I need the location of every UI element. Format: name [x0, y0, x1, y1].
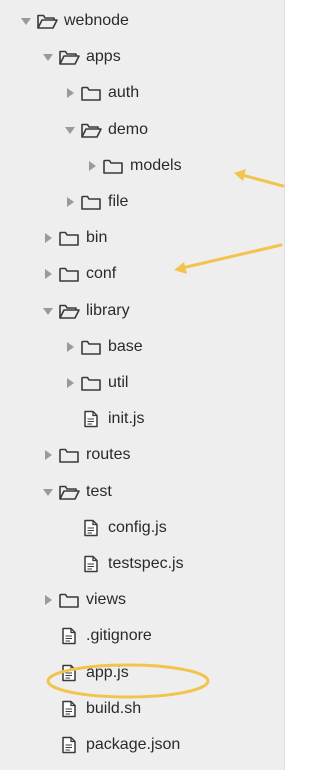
tree-item-label: auth [108, 84, 140, 102]
tree-item-label: library [86, 301, 130, 319]
tree-item-label: app.js [86, 663, 129, 681]
triangle-right-icon[interactable] [64, 377, 76, 389]
folder-icon [58, 229, 80, 247]
file-icon [80, 555, 102, 573]
tree-item-label: models [130, 156, 182, 174]
tree-item-label: routes [86, 446, 131, 464]
triangle-down-icon[interactable] [42, 51, 54, 63]
folder-icon [80, 193, 102, 211]
triangle-right-icon[interactable] [42, 232, 54, 244]
triangle-down-icon[interactable] [64, 124, 76, 136]
tree-file-package-json[interactable]: package.json [0, 730, 320, 760]
tree-file-init-js[interactable]: init.js [0, 404, 320, 434]
folder-open-icon [58, 48, 80, 66]
file-icon [58, 736, 80, 754]
folder-icon [102, 157, 124, 175]
folder-icon [80, 84, 102, 102]
triangle-right-icon[interactable] [42, 594, 54, 606]
tree-item-label: apps [86, 48, 121, 66]
tree-item-label: demo [108, 120, 149, 138]
tree-folder-views[interactable]: views [0, 585, 320, 615]
tree-file-build-sh[interactable]: build.sh [0, 694, 320, 724]
triangle-right-icon[interactable] [64, 196, 76, 208]
folder-open-icon [36, 12, 58, 30]
triangle-right-icon[interactable] [42, 449, 54, 461]
folder-icon [80, 338, 102, 356]
tree-item-label: util [108, 374, 129, 391]
file-icon [80, 519, 102, 537]
triangle-down-icon[interactable] [42, 305, 54, 317]
tree-item-label: base [108, 337, 143, 355]
tree-folder-webnode[interactable]: webnode [0, 6, 305, 36]
tree-item-label: .gitignore [86, 627, 152, 645]
tree-item-label: file [108, 193, 129, 210]
tree-item-label: views [86, 591, 127, 609]
triangle-right-icon[interactable] [64, 87, 76, 99]
tree-folder-models[interactable]: models [0, 151, 320, 181]
triangle-right-icon[interactable] [64, 341, 76, 353]
tree-folder-base[interactable]: base [0, 332, 320, 362]
tree-file-gitignore[interactable]: .gitignore [0, 621, 320, 651]
folder-open-icon [80, 121, 102, 139]
triangle-right-icon[interactable] [86, 160, 98, 172]
project-navigator-panel: webnode apps auth demo models file bin conf libr… [0, 0, 285, 770]
tree-item-label: test [86, 482, 112, 500]
triangle-right-icon[interactable] [42, 268, 54, 280]
folder-icon [58, 265, 80, 283]
tree-folder-demo[interactable]: demo [0, 115, 320, 145]
folder-open-icon [58, 302, 80, 320]
tree-file-app-js[interactable]: app.js [0, 658, 320, 688]
file-icon [80, 410, 102, 428]
tree-item-label: package.json [86, 736, 181, 753]
file-icon [58, 627, 80, 645]
tree-item-label: webnode [64, 12, 129, 29]
tree-item-label: config.js [108, 518, 167, 536]
tree-folder-test[interactable]: test [0, 477, 320, 507]
folder-icon [80, 374, 102, 392]
tree-file-config-js[interactable]: config.js [0, 513, 320, 543]
tree-folder-file[interactable]: file [0, 187, 320, 217]
folder-icon [58, 446, 80, 464]
triangle-down-icon[interactable] [42, 486, 54, 498]
tree-folder-library[interactable]: library [0, 296, 320, 326]
tree-folder-auth[interactable]: auth [0, 78, 320, 108]
tree-folder-util[interactable]: util [0, 368, 320, 398]
folder-icon [58, 591, 80, 609]
folder-open-icon [58, 483, 80, 501]
tree-folder-conf[interactable]: conf [0, 259, 320, 289]
tree-item-label: testspec.js [108, 555, 184, 572]
tree-folder-apps[interactable]: apps [0, 42, 320, 72]
file-icon [58, 664, 80, 682]
file-icon [58, 700, 80, 718]
tree-folder-routes[interactable]: routes [0, 440, 320, 470]
tree-item-label: build.sh [86, 699, 142, 717]
tree-file-testspec-js[interactable]: testspec.js [0, 549, 320, 579]
tree-item-label: bin [86, 229, 108, 247]
tree-item-label: init.js [108, 410, 145, 428]
tree-folder-bin[interactable]: bin [0, 223, 320, 253]
tree-item-label: conf [86, 265, 117, 283]
triangle-down-icon[interactable] [20, 15, 32, 27]
file-tree: webnode apps auth demo models file bin conf libr… [0, 0, 285, 770]
